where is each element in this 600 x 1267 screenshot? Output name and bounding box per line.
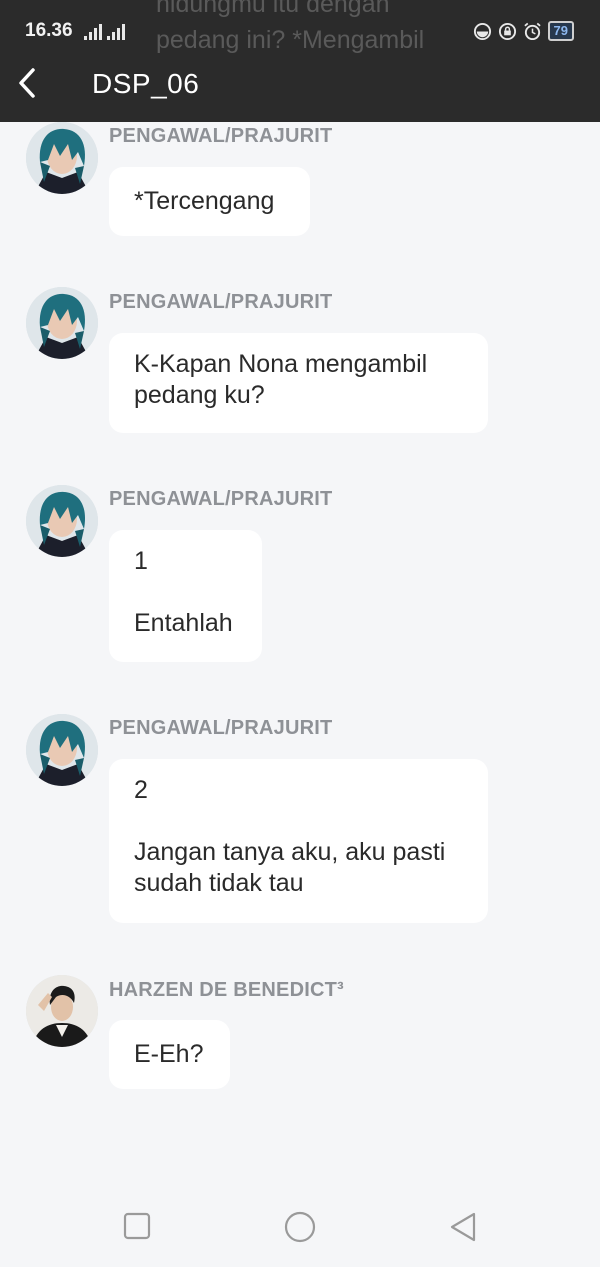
scrolled-message-text: hidungmu itu dengan pedang ini? *Mengamb… (156, 0, 425, 54)
sender-name: PENGAWAL/PRAJURIT (109, 717, 333, 739)
message-bubble[interactable]: 2 Jangan tanya aku, aku pasti sudah tida… (109, 759, 488, 923)
page-title: DSP_06 (92, 68, 200, 99)
avatar[interactable] (26, 485, 98, 557)
avatar-image (26, 975, 98, 1047)
message-bubble[interactable]: K-Kapan Nona mengambil pedang ku? (109, 333, 488, 433)
home-icon[interactable] (284, 1211, 316, 1243)
avatar-image (26, 714, 98, 786)
avatar-image (26, 485, 98, 557)
sender-name: PENGAWAL/PRAJURIT (109, 125, 333, 147)
avatar[interactable] (26, 122, 98, 194)
signal-icon (84, 24, 102, 40)
alarm-icon (523, 22, 541, 40)
recent-apps-icon[interactable] (123, 1212, 151, 1240)
avatar-image (26, 122, 98, 194)
status-icons: 79 (473, 21, 574, 41)
message-bubble[interactable]: 1 Entahlah (109, 530, 262, 662)
data-saver-icon (473, 22, 491, 40)
sender-name: PENGAWAL/PRAJURIT (109, 291, 333, 313)
message-bubble[interactable]: E-Eh? (109, 1020, 230, 1089)
avatar[interactable] (26, 287, 98, 359)
message-bubble[interactable]: *Tercengang (109, 167, 310, 236)
status-time: 16.36 (25, 20, 73, 41)
sender-name: PENGAWAL/PRAJURIT (109, 488, 333, 510)
lock-rotation-icon (498, 22, 516, 40)
system-nav-bar (0, 1186, 600, 1267)
sender-name: HARZEN DE BENEDICT³ (109, 979, 344, 1001)
avatar-image (26, 287, 98, 359)
avatar[interactable] (26, 975, 98, 1047)
battery-indicator: 79 (547, 21, 574, 41)
back-triangle-icon[interactable] (449, 1211, 477, 1243)
avatar[interactable] (26, 714, 98, 786)
app-header: hidungmu itu dengan pedang ini? *Mengamb… (0, 0, 600, 122)
signal-icon (107, 24, 125, 40)
back-button[interactable] (14, 66, 44, 100)
